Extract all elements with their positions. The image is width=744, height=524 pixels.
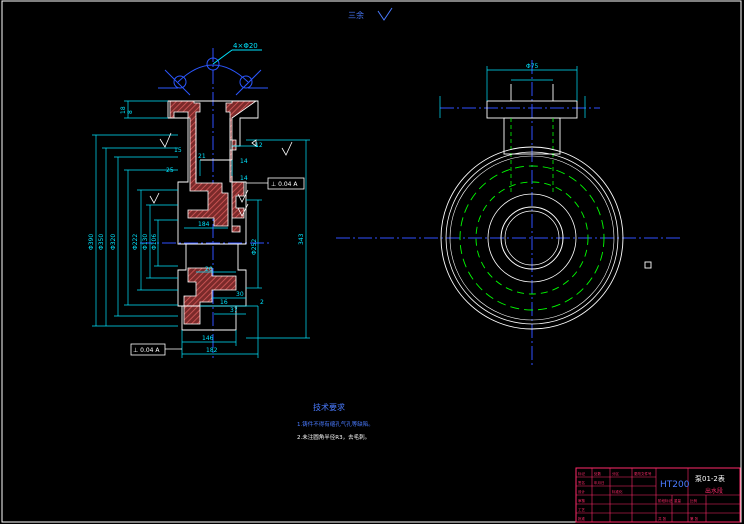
dim-390: Φ390 [88, 234, 95, 250]
dim-18: 18 [120, 106, 127, 114]
cell-1: 处数 [594, 471, 602, 476]
roughness-icon-5 [281, 141, 293, 156]
cell-0: 标记 [578, 471, 586, 476]
dim-106: Φ106 [151, 234, 158, 250]
dim-343: 343 [298, 233, 305, 245]
dim-21: 21 [198, 153, 206, 160]
cell-10: 批准 [578, 516, 586, 521]
dim-30: 30 [236, 291, 244, 298]
dim-14: 14 [240, 175, 248, 182]
section-hatch-lower [183, 267, 237, 325]
drawing-number-text: 泵01-2表 [695, 474, 725, 483]
callout-bolt-holes: 4×Φ20 [233, 42, 258, 50]
roughness-text: 三余 [348, 10, 364, 20]
dim-252: Φ252 [251, 239, 258, 255]
tolerance-flat: ⊥ 0.04 A [246, 177, 305, 190]
dim-130: Φ130 [142, 234, 149, 250]
bolt-hole-left [173, 75, 187, 89]
cell-15: 第 张 [690, 516, 699, 521]
bolt-hole-right [239, 75, 253, 89]
side-dim-top: Φ75 [526, 63, 539, 70]
roughness-header: 三余 [348, 7, 393, 21]
roughness-icon-2 [149, 192, 160, 204]
dim-8: 8 [127, 110, 134, 114]
part-name-text: 出水段 [705, 487, 723, 495]
cell-12: 重量 [674, 498, 682, 503]
dim-37: 37 [230, 307, 238, 314]
cell-4: 签名 [578, 480, 585, 485]
section-dimensions [92, 100, 310, 358]
tol-text-flat: ⊥ 0.04 A [271, 181, 298, 188]
frame-border [1, 0, 742, 523]
cell-5: 年月日 [594, 480, 605, 485]
section-hatch-right [225, 100, 258, 233]
dim-184: 184 [198, 221, 210, 228]
notes-line-2: 2.未注圆角半径R3，去毛刺。 [297, 433, 370, 441]
dim-14b: 14 [240, 158, 248, 165]
cell-7: 标准化 [612, 489, 623, 494]
cell-2: 分区 [612, 471, 620, 476]
title-block: HT200 泵01-2表 出水段 标记 处数 分区 更改文件号 签名 年月日 设… [575, 467, 741, 523]
material-text: HT200 [660, 480, 690, 490]
dim-222: Φ222 [132, 234, 139, 250]
cursor-box-icon [644, 261, 652, 269]
side-view: Φ75 [336, 60, 680, 365]
section-view: 4×Φ20 Φ390 Φ350 Φ320 Φ222 Φ130 Φ106 Φ252… [88, 42, 310, 358]
cell-6: 设计 [578, 489, 586, 494]
notes-line-1: 1.铸件不得有缩孔气孔等缺陷。 [297, 420, 374, 428]
notes-title: 技术要求 [313, 402, 345, 412]
cell-3: 更改文件号 [634, 471, 652, 476]
cell-14: 共 张 [658, 516, 667, 521]
dim-182: 182 [206, 347, 218, 354]
dim-350: Φ350 [98, 234, 105, 250]
cell-11: 阶段标记 [658, 498, 672, 503]
section-hatch-body [169, 100, 229, 227]
tolerance-base: ⊥ 0.04 A [130, 343, 182, 356]
technical-notes: 技术要求 1.铸件不得有缩孔气孔等缺陷。 2.未注圆角半径R3，去毛刺。 [297, 402, 374, 441]
dim-146: 146 [202, 335, 214, 342]
dim-15: 15 [174, 147, 182, 154]
dim-20: 20 [205, 266, 213, 273]
side-top-dimension [439, 66, 586, 118]
drawing-frame [1, 0, 742, 523]
title-block-cells: 标记 处数 分区 更改文件号 签名 年月日 设计 标准化 审核 工艺 批准 阶段… [578, 471, 699, 521]
dim-320: Φ320 [110, 234, 117, 250]
dim-16: 16 [220, 299, 228, 306]
cell-9: 工艺 [578, 507, 586, 512]
cell-13: 比例 [690, 498, 698, 503]
check-icon [377, 7, 393, 21]
cell-8: 审核 [578, 498, 586, 503]
dim-2: 2 [260, 299, 264, 306]
callout-leader [212, 49, 233, 65]
dim-25: 25 [166, 167, 174, 174]
cad-drawing-canvas: 三余 4×Φ20 Φ390 Φ350 Φ320 Φ222 Φ130 Φ106 Φ… [1, 0, 742, 523]
tol-text-base: ⊥ 0.04 A [133, 347, 160, 354]
